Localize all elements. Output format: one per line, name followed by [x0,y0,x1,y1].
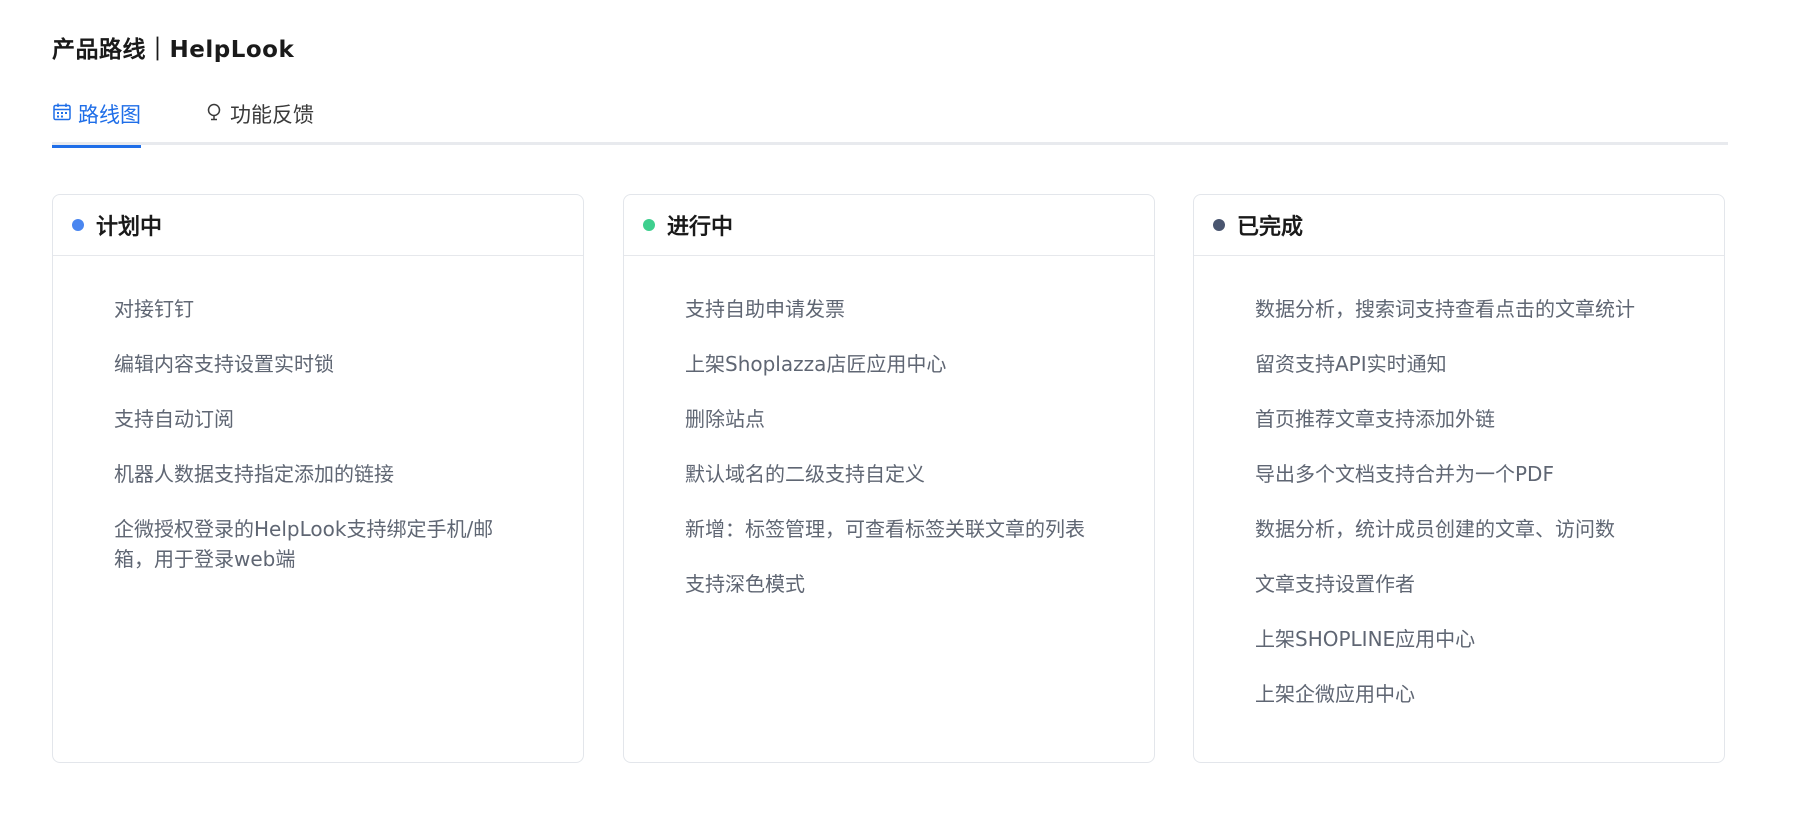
roadmap-item-list: 对接钉钉 编辑内容支持设置实时锁 支持自动订阅 机器人数据支持指定添加的链接 企… [53,256,583,574]
roadmap-item[interactable]: 首页推荐文章支持添加外链 [1255,404,1666,434]
roadmap-item[interactable]: 企微授权登录的HelpLook支持绑定手机/邮箱，用于登录web端 [114,514,525,574]
tab-roadmap-label: 路线图 [78,103,141,127]
roadmap-item[interactable]: 上架Shoplazza店匠应用中心 [685,349,1096,379]
page-title: 产品路线｜HelpLook [52,37,295,63]
tab-bar: 路线图 功能反馈 [52,95,1728,148]
roadmap-item[interactable]: 新增：标签管理，可查看标签关联文章的列表 [685,514,1096,544]
roadmap-item[interactable]: 导出多个文档支持合并为一个PDF [1255,459,1666,489]
status-dot-done [1213,219,1225,231]
roadmap-item-list: 支持自助申请发票 上架Shoplazza店匠应用中心 删除站点 默认域名的二级支… [624,256,1154,599]
column-title: 已完成 [1237,215,1304,240]
column-header: 进行中 [624,195,1154,256]
roadmap-item[interactable]: 编辑内容支持设置实时锁 [114,349,525,379]
lightbulb-icon [204,102,224,122]
roadmap-page: 产品路线｜HelpLook 路线图 功能反馈 计划中 对接钉钉 编辑内容支持设置… [0,0,1797,822]
status-dot-planned [72,219,84,231]
roadmap-item[interactable]: 支持自助申请发票 [685,294,1096,324]
roadmap-item[interactable]: 支持深色模式 [685,569,1096,599]
column-in-progress: 进行中 支持自助申请发票 上架Shoplazza店匠应用中心 删除站点 默认域名… [623,194,1155,763]
roadmap-item[interactable]: 留资支持API实时通知 [1255,349,1666,379]
tab-roadmap[interactable]: 路线图 [52,99,141,148]
roadmap-item[interactable]: 默认域名的二级支持自定义 [685,459,1096,489]
calendar-icon [52,102,72,122]
column-planned: 计划中 对接钉钉 编辑内容支持设置实时锁 支持自动订阅 机器人数据支持指定添加的… [52,194,584,763]
column-title: 进行中 [667,215,734,240]
roadmap-item[interactable]: 上架SHOPLINE应用中心 [1255,624,1666,654]
roadmap-item[interactable]: 数据分析，统计成员创建的文章、访问数 [1255,514,1666,544]
roadmap-item[interactable]: 对接钉钉 [114,294,525,324]
status-dot-in-progress [643,219,655,231]
roadmap-item[interactable]: 数据分析，搜索词支持查看点击的文章统计 [1255,294,1666,324]
roadmap-item[interactable]: 机器人数据支持指定添加的链接 [114,459,525,489]
column-done: 已完成 数据分析，搜索词支持查看点击的文章统计 留资支持API实时通知 首页推荐… [1193,194,1725,763]
column-header: 计划中 [53,195,583,256]
tab-feedback[interactable]: 功能反馈 [204,99,314,145]
roadmap-item-list: 数据分析，搜索词支持查看点击的文章统计 留资支持API实时通知 首页推荐文章支持… [1194,256,1724,709]
roadmap-item[interactable]: 文章支持设置作者 [1255,569,1666,599]
column-title: 计划中 [96,215,163,240]
roadmap-item[interactable]: 删除站点 [685,404,1096,434]
tab-feedback-label: 功能反馈 [230,103,314,127]
roadmap-item[interactable]: 支持自动订阅 [114,404,525,434]
roadmap-item[interactable]: 上架企微应用中心 [1255,679,1666,709]
column-header: 已完成 [1194,195,1724,256]
